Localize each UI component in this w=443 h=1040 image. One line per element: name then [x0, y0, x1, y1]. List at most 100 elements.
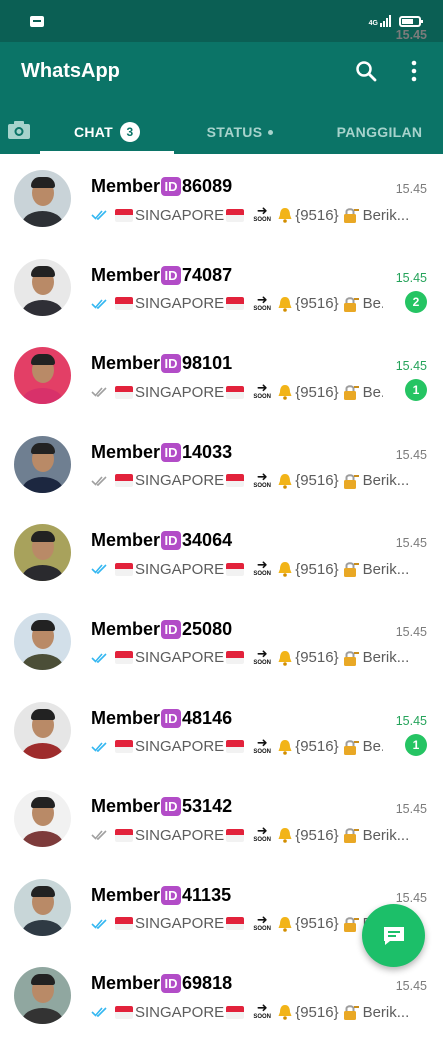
tab-calls[interactable]: PANGGILAN	[322, 110, 437, 154]
chat-row[interactable]: Member ID 25080 15.45 SINGAPORE ➜ SOON {9516} Be…	[0, 597, 443, 686]
contact-avatar[interactable]	[14, 790, 71, 848]
flag-singapore-icon	[115, 474, 133, 488]
chat-row[interactable]: Member ID 69818 15.45 SINGAPORE ➜ SOON {9516} Be…	[0, 951, 443, 1040]
tab-chat[interactable]: CHAT 3	[40, 110, 174, 154]
member-number: 98101	[182, 353, 233, 374]
preview-code: {9516}	[295, 472, 339, 490]
double-check-icon	[91, 476, 107, 486]
name-prefix: Member	[91, 441, 161, 462]
soon-arrow-icon: ➜ SOON	[253, 558, 272, 578]
contact-name: Member ID 41135	[91, 885, 231, 906]
bell-icon	[278, 473, 292, 489]
preview-code: {9516}	[295, 738, 339, 756]
id-emoji-icon: ID	[161, 619, 182, 639]
flag-singapore-icon	[115, 208, 133, 222]
contact-avatar[interactable]	[14, 524, 71, 582]
contact-avatar[interactable]	[14, 967, 71, 1025]
contact-avatar[interactable]	[14, 258, 71, 316]
preview-code: {9516}	[295, 915, 339, 933]
bell-icon	[278, 739, 292, 755]
soon-arrow-icon: ➜ SOON	[253, 646, 272, 666]
preview-tail: Berik...	[362, 649, 410, 667]
message-time: 15.45	[395, 624, 427, 639]
soon-label: SOON	[253, 394, 272, 401]
message-time: 15.45	[395, 713, 427, 728]
camera-icon[interactable]	[6, 118, 32, 142]
id-emoji-icon: ID	[161, 885, 182, 905]
chat-row[interactable]: Member ID 34064 15.45 SINGAPORE ➜ SOON {9516} Be…	[0, 508, 443, 597]
double-check-icon	[91, 387, 107, 398]
flag-singapore-icon	[115, 562, 133, 576]
message-time: 15.45	[395, 359, 427, 374]
status-update-dot	[268, 129, 274, 135]
contact-avatar[interactable]	[14, 878, 71, 936]
contact-avatar[interactable]	[14, 612, 71, 670]
chat-row[interactable]: Member ID 14033 15.45 SINGAPORE ➜ SOON {9516} Be…	[0, 420, 443, 509]
bell-icon	[278, 1005, 292, 1021]
contact-name: Member ID 14033	[91, 442, 232, 463]
lock-key-icon	[343, 828, 359, 844]
contact-name: Member ID 25080	[91, 619, 232, 640]
name-prefix: Member	[91, 530, 161, 551]
preview-country: SINGAPORE	[135, 472, 225, 490]
lock-key-icon	[343, 562, 359, 578]
preview-tail: Be...	[362, 738, 383, 756]
preview-country: SINGAPORE	[135, 649, 225, 667]
lock-key-icon	[343, 739, 359, 755]
lock-key-icon	[343, 296, 359, 312]
id-emoji-icon: ID	[161, 354, 182, 374]
battery-icon	[399, 15, 423, 27]
contact-name: Member ID 34064	[91, 530, 232, 551]
flag-singapore-icon	[226, 474, 245, 488]
flag-singapore-icon	[115, 651, 133, 665]
preview-tail: Berik...	[362, 560, 410, 578]
message-preview: SINGAPORE ➜SOON {9516} Berik...	[91, 558, 421, 580]
more-vert-icon[interactable]	[407, 59, 421, 83]
new-chat-button[interactable]	[362, 904, 425, 967]
double-check-icon	[91, 919, 107, 929]
name-prefix: Member	[91, 353, 161, 374]
contact-name: Member ID 86089	[91, 176, 232, 197]
soon-label: SOON	[253, 305, 272, 312]
name-prefix: Member	[91, 884, 161, 905]
tab-chat-label: CHAT	[73, 124, 114, 140]
tab-status[interactable]: STATUS	[195, 110, 285, 154]
soon-arrow-icon: ➜ SOON	[253, 381, 272, 401]
contact-avatar[interactable]	[14, 347, 71, 405]
flag-singapore-icon	[226, 651, 245, 665]
soon-label: SOON	[253, 925, 272, 932]
tab-bar: CHAT 3 STATUS PANGGILAN	[0, 110, 443, 154]
contact-avatar[interactable]	[14, 701, 71, 759]
double-check-icon	[91, 1007, 107, 1018]
chat-row[interactable]: Member ID 74087 15.45 SINGAPORE ➜ SOON {9516} Be…	[0, 243, 443, 332]
name-prefix: Member	[91, 618, 161, 639]
flag-singapore-icon	[115, 740, 133, 754]
message-preview: SINGAPORE ➜SOON {9516} Berik...	[91, 204, 421, 226]
contact-avatar[interactable]	[14, 435, 71, 493]
tab-status-label: STATUS	[206, 124, 263, 140]
chat-row[interactable]: Member ID 98101 15.45 SINGAPORE ➜ SOON {9516} Be…	[0, 331, 443, 420]
contact-name: Member ID 74087	[91, 265, 232, 286]
preview-tail: Berik...	[362, 472, 410, 490]
preview-code: {9516}	[295, 295, 339, 313]
contact-avatar[interactable]	[14, 170, 71, 227]
member-number: 48146	[182, 707, 233, 728]
flag-singapore-icon	[115, 828, 133, 842]
flag-singapore-icon	[115, 297, 133, 311]
search-icon[interactable]	[354, 59, 378, 83]
chat-row[interactable]: Member ID 86089 15.45 SINGAPORE ➜ SOON {9516} Be…	[0, 154, 443, 243]
lock-key-icon	[343, 651, 359, 666]
member-number: 74087	[182, 264, 233, 285]
soon-arrow-icon: ➜ SOON	[253, 912, 272, 932]
member-number: 14033	[182, 441, 233, 462]
chat-row[interactable]: Member ID 48146 15.45 SINGAPORE ➜ SOON {9516} Be…	[0, 686, 443, 775]
double-check-icon	[91, 830, 107, 841]
message-time: 15.45	[395, 536, 427, 551]
name-prefix: Member	[91, 264, 161, 285]
id-emoji-icon: ID	[161, 442, 182, 462]
id-emoji-icon: ID	[161, 708, 182, 728]
chat-row[interactable]: Member ID 53142 15.45 SINGAPORE ➜ SOON {9516} Be…	[0, 774, 443, 863]
double-check-icon	[91, 653, 107, 663]
member-number: 86089	[182, 176, 233, 196]
lock-key-icon	[343, 474, 359, 489]
